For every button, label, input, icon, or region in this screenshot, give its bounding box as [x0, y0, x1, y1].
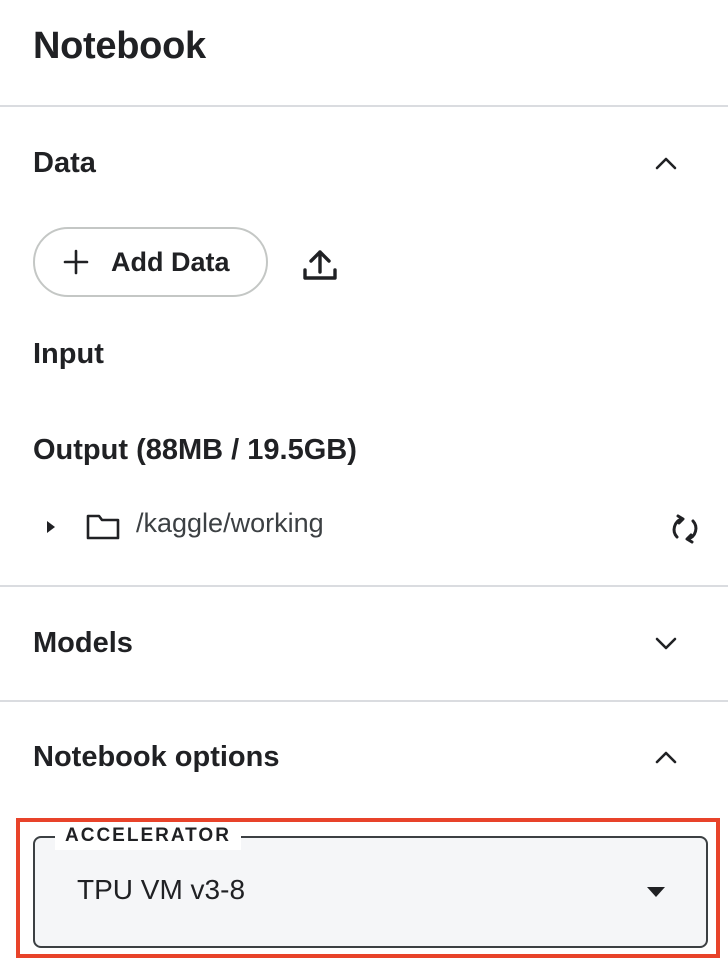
section-header-notebook-options[interactable]: Notebook options	[0, 727, 728, 787]
section-title-data: Data	[33, 146, 96, 179]
chevron-down-icon[interactable]	[654, 631, 678, 655]
dropdown-arrow-icon	[647, 887, 665, 897]
refresh-icon[interactable]	[668, 512, 702, 546]
divider	[0, 585, 728, 587]
folder-icon	[86, 514, 120, 540]
chevron-up-icon[interactable]	[654, 151, 678, 175]
panel-title: Notebook	[33, 25, 206, 67]
chevron-up-icon[interactable]	[654, 745, 678, 769]
accelerator-value: TPU VM v3-8	[77, 874, 246, 905]
add-data-button[interactable]: Add Data	[33, 227, 268, 297]
output-tree-item[interactable]: /kaggle/working	[0, 500, 728, 554]
section-title-models: Models	[33, 626, 133, 659]
upload-icon[interactable]	[300, 244, 340, 284]
output-heading: Output (88MB / 19.5GB)	[33, 434, 357, 466]
caret-right-icon[interactable]	[44, 518, 58, 536]
plus-icon	[63, 249, 89, 275]
input-heading: Input	[33, 338, 104, 370]
add-data-label: Add Data	[111, 246, 230, 277]
accelerator-label: ACCELERATOR	[55, 822, 241, 850]
accelerator-select[interactable]: ACCELERATOR TPU VM v3-8	[33, 822, 708, 948]
section-title-notebook-options: Notebook options	[33, 740, 280, 773]
section-header-models[interactable]: Models	[0, 613, 728, 673]
divider	[0, 105, 728, 107]
output-path: /kaggle/working	[136, 508, 324, 538]
divider	[0, 700, 728, 702]
section-header-data[interactable]: Data	[0, 133, 728, 193]
